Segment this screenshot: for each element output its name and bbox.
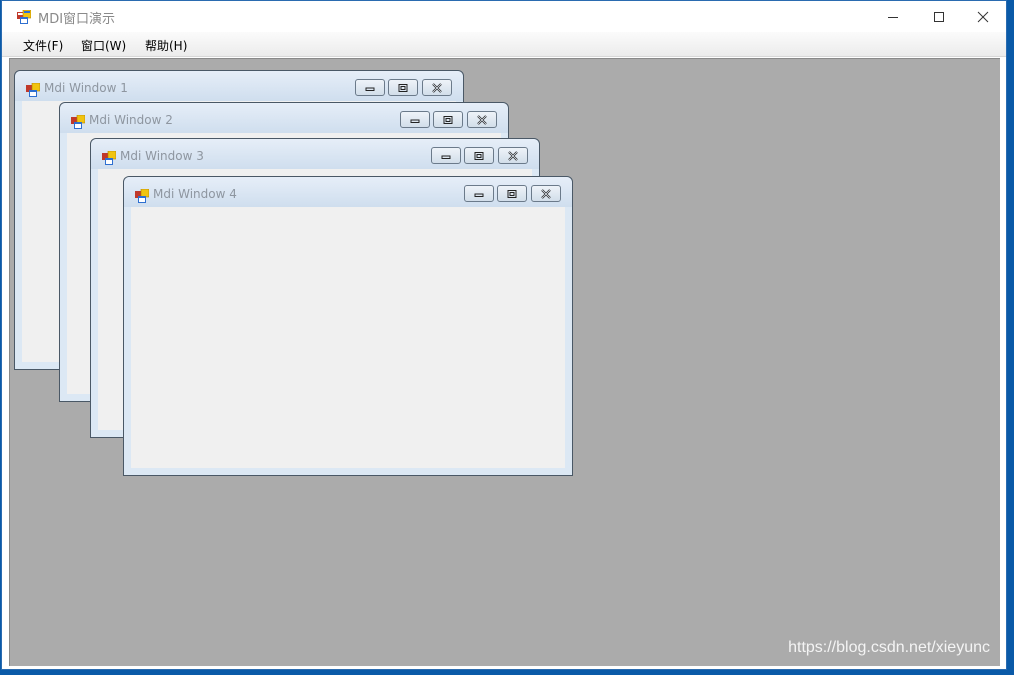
child-minimize-button[interactable] [355, 79, 385, 96]
minimize-icon [364, 84, 376, 92]
child-close-button[interactable] [422, 79, 452, 96]
child-restore-button[interactable] [388, 79, 418, 96]
restore-icon [442, 115, 454, 125]
mdi-client-area[interactable]: Mdi Window 1 Mdi Window 2 Mdi Window 3 M… [9, 58, 1000, 666]
close-icon [431, 82, 443, 93]
minimize-icon [887, 11, 899, 23]
close-icon [476, 114, 488, 125]
title-bar[interactable]: MDI窗口演示 [2, 1, 1006, 32]
minimize-button[interactable] [870, 1, 916, 32]
child-restore-button[interactable] [497, 185, 527, 202]
menu-item-help[interactable]: 帮助(H) [145, 37, 187, 54]
restore-icon [397, 83, 409, 93]
child-title-bar[interactable]: Mdi Window 3 [91, 139, 539, 169]
menu-item-file[interactable]: 文件(F) [23, 37, 63, 54]
minimize-icon [440, 152, 452, 160]
child-title-bar[interactable]: Mdi Window 2 [60, 103, 508, 133]
close-icon [507, 150, 519, 161]
main-window: MDI窗口演示 文件(F) 窗口(W) 帮助(H) Mdi Window 1 M… [1, 0, 1007, 670]
child-close-button[interactable] [531, 185, 561, 202]
maximize-icon [933, 11, 945, 23]
child-window-title: Mdi Window 1 [44, 81, 128, 95]
child-title-bar[interactable]: Mdi Window 1 [15, 71, 463, 101]
close-icon [540, 188, 552, 199]
close-button[interactable] [960, 1, 1006, 32]
child-app-icon [71, 114, 86, 129]
child-title-bar[interactable]: Mdi Window 4 [124, 177, 572, 207]
close-icon [977, 11, 989, 23]
minimize-icon [409, 116, 421, 124]
minimize-icon [473, 190, 485, 198]
mdi-child-window-4[interactable]: Mdi Window 4 [123, 176, 573, 476]
menu-item-window[interactable]: 窗口(W) [81, 37, 126, 54]
menu-bar: 文件(F) 窗口(W) 帮助(H) [2, 32, 1006, 57]
restore-icon [506, 189, 518, 199]
child-window-title: Mdi Window 4 [153, 187, 237, 201]
maximize-button[interactable] [916, 1, 962, 32]
child-restore-button[interactable] [433, 111, 463, 128]
window-title: MDI窗口演示 [38, 12, 116, 27]
child-app-icon [135, 188, 150, 203]
child-app-icon [26, 82, 41, 97]
child-window-title: Mdi Window 3 [120, 149, 204, 163]
child-minimize-button[interactable] [464, 185, 494, 202]
child-client-area [131, 207, 565, 468]
child-close-button[interactable] [498, 147, 528, 164]
child-close-button[interactable] [467, 111, 497, 128]
restore-icon [473, 151, 485, 161]
app-icon [17, 9, 32, 24]
desktop: MDI窗口演示 文件(F) 窗口(W) 帮助(H) Mdi Window 1 M… [0, 0, 1014, 675]
child-restore-button[interactable] [464, 147, 494, 164]
child-minimize-button[interactable] [400, 111, 430, 128]
child-minimize-button[interactable] [431, 147, 461, 164]
child-window-title: Mdi Window 2 [89, 113, 173, 127]
watermark-text: https://blog.csdn.net/xieyunc [788, 639, 990, 656]
child-app-icon [102, 150, 117, 165]
